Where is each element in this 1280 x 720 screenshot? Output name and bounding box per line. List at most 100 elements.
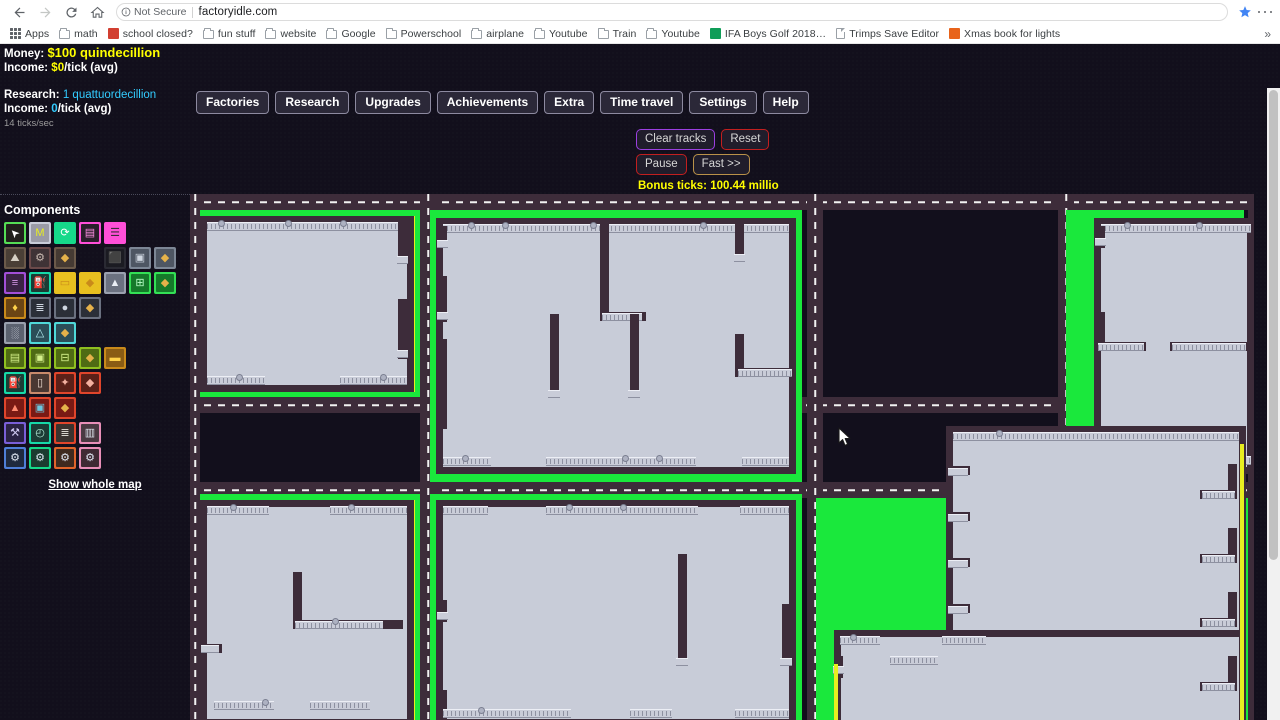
bookmark-powerschool[interactable]: Powerschool bbox=[381, 25, 467, 42]
conveyor-cb-b2 bbox=[630, 709, 672, 718]
component-research-lab[interactable]: ◴ bbox=[29, 422, 51, 444]
component-plastic-factory[interactable]: ▭ bbox=[54, 272, 76, 294]
page-scrollbar[interactable] bbox=[1267, 88, 1280, 720]
menu-settings[interactable]: Settings bbox=[689, 91, 757, 114]
component-aluminium-smelter[interactable]: △ bbox=[29, 322, 51, 344]
component-conveyor-wide-tool[interactable]: ☰ bbox=[104, 222, 126, 244]
component-rocket-seller[interactable]: ◆ bbox=[54, 397, 76, 419]
gold-mine-icon: ♦ bbox=[12, 301, 18, 314]
menu-achievements[interactable]: Achievements bbox=[436, 91, 539, 114]
menu-research[interactable]: Research bbox=[275, 91, 350, 114]
component-circuit-seller[interactable]: ◆ bbox=[154, 272, 176, 294]
component-gold-mine[interactable]: ♦ bbox=[4, 297, 26, 319]
menu-upgrades[interactable]: Upgrades bbox=[355, 91, 431, 114]
menu-time-travel[interactable]: Time travel bbox=[600, 91, 684, 114]
component-paper-mill[interactable]: ▯ bbox=[29, 372, 51, 394]
component-chemical-plant[interactable]: ⛽ bbox=[4, 372, 26, 394]
bookmark-label: Youtube bbox=[549, 27, 588, 40]
bookmark-school-closed[interactable]: school closed? bbox=[103, 25, 198, 42]
bookmark-math[interactable]: math bbox=[54, 25, 103, 42]
factory-floor bbox=[207, 507, 407, 719]
clear-tracks-button[interactable]: Clear tracks bbox=[636, 129, 716, 150]
bookmark-airplane[interactable]: airplane bbox=[466, 25, 529, 42]
reload-icon[interactable] bbox=[58, 1, 84, 23]
security-status[interactable]: Not Secure bbox=[121, 6, 192, 18]
kebab-menu-icon[interactable] bbox=[1256, 1, 1274, 23]
component-aluminium-seller[interactable]: ◆ bbox=[54, 322, 76, 344]
address-bar[interactable]: Not Secure factoryidle.com bbox=[116, 3, 1228, 21]
bookmark-google[interactable]: Google bbox=[321, 25, 380, 42]
bookmark-youtube[interactable]: Youtube bbox=[529, 25, 593, 42]
component-lab-tools[interactable]: ⚒ bbox=[4, 422, 26, 444]
component-robot-green[interactable]: ⚙ bbox=[29, 447, 51, 469]
component-coal-seller[interactable]: ◆ bbox=[154, 247, 176, 269]
bookmark-website[interactable]: website bbox=[260, 25, 321, 42]
component-chip-plant[interactable]: ░ bbox=[4, 322, 26, 344]
component-explosives-plant[interactable]: ✦ bbox=[54, 372, 76, 394]
reset-button[interactable]: Reset bbox=[721, 129, 770, 150]
component-circuit-maker[interactable]: ⊞ bbox=[129, 272, 151, 294]
map-world[interactable] bbox=[190, 194, 1254, 720]
interior-wall-cb-m bbox=[678, 554, 687, 666]
menu-factories[interactable]: Factories bbox=[196, 91, 270, 114]
component-research-server[interactable]: ≣ bbox=[54, 422, 76, 444]
component-quartz-mine[interactable]: ▲ bbox=[104, 272, 126, 294]
component-iron-seller[interactable]: ◆ bbox=[54, 247, 76, 269]
bookmark-apps[interactable]: Apps bbox=[5, 25, 54, 42]
component-steel-seller[interactable]: ◆ bbox=[79, 347, 101, 369]
bookmark-ifa-boys-golf-2018[interactable]: IFA Boys Golf 2018… bbox=[705, 25, 831, 42]
component-server-rack[interactable]: ≣ bbox=[29, 297, 51, 319]
component-iron-smelter[interactable]: ⚙ bbox=[29, 247, 51, 269]
menu-help[interactable]: Help bbox=[762, 91, 809, 114]
machine-knob-tl-4 bbox=[236, 374, 243, 381]
conveyor-tool-icon: ▤ bbox=[84, 226, 96, 239]
palette-row-2: ≡ ⛽ ▭ ◆ ▲ ⊞ ◆ bbox=[4, 272, 190, 294]
conveyor-br-rnc-3 bbox=[1202, 683, 1235, 691]
component-coal-buyer[interactable]: ▣ bbox=[129, 247, 151, 269]
component-rocket-plant[interactable]: ▲ bbox=[4, 397, 26, 419]
bookmark-fun-stuff[interactable]: fun stuff bbox=[198, 25, 261, 42]
show-whole-map-link[interactable]: Show whole map bbox=[0, 479, 190, 491]
bookmarks-overflow-button[interactable]: » bbox=[1264, 27, 1275, 41]
component-conveyor-tool[interactable]: ▤ bbox=[79, 222, 101, 244]
back-arrow-icon[interactable] bbox=[6, 1, 32, 23]
component-research-printer[interactable]: ▥ bbox=[79, 422, 101, 444]
component-coal-mine[interactable]: ⬛ bbox=[104, 247, 126, 269]
component-ore-mine[interactable]: ⛰ bbox=[4, 247, 26, 269]
forward-arrow-icon[interactable] bbox=[32, 1, 58, 23]
bookmark-train[interactable]: Train bbox=[593, 25, 642, 42]
component-engine-maker[interactable]: ● bbox=[54, 297, 76, 319]
bookmark-star-icon[interactable] bbox=[1234, 1, 1256, 23]
game-canvas[interactable]: Money: $100 quindecillion Income: $0/tic… bbox=[0, 44, 1280, 720]
component-steel-press[interactable]: ▣ bbox=[29, 347, 51, 369]
machine-knob-tl-5 bbox=[380, 374, 387, 381]
component-plastic-seller[interactable]: ◆ bbox=[79, 272, 101, 294]
component-engine-seller[interactable]: ◆ bbox=[79, 297, 101, 319]
home-icon[interactable] bbox=[84, 1, 110, 23]
bookmark-youtube[interactable]: Youtube bbox=[641, 25, 705, 42]
conveyor-bl-top1 bbox=[207, 506, 269, 515]
explosives-seller-icon: ◆ bbox=[85, 376, 95, 389]
component-plastic-maker[interactable]: ≡ bbox=[4, 272, 26, 294]
component-steel-mill[interactable]: ▤ bbox=[4, 347, 26, 369]
component-robot-orange[interactable]: ⚙ bbox=[54, 447, 76, 469]
factory-map[interactable] bbox=[190, 194, 1254, 720]
component-sell-tool[interactable]: ⟳ bbox=[54, 222, 76, 244]
component-robot-blue[interactable]: ⚙ bbox=[4, 447, 26, 469]
fast-forward-button[interactable]: Fast >> bbox=[692, 154, 750, 175]
scrollbar-thumb[interactable] bbox=[1269, 90, 1278, 560]
bookmark-trimps-save-editor[interactable]: Trimps Save Editor bbox=[831, 25, 944, 42]
component-cursor-tool[interactable]: ➤ bbox=[4, 222, 26, 244]
component-rocket-lab[interactable]: ▣ bbox=[29, 397, 51, 419]
pause-button[interactable]: Pause bbox=[636, 154, 687, 175]
component-steel-caster[interactable]: ⊟ bbox=[54, 347, 76, 369]
bookmark-label: Apps bbox=[25, 27, 50, 40]
component-robot-pink[interactable]: ⚙ bbox=[79, 447, 101, 469]
component-explosives-seller[interactable]: ◆ bbox=[79, 372, 101, 394]
component-gas-extractor[interactable]: ⛽ bbox=[29, 272, 51, 294]
component-gold-bars[interactable]: ▬ bbox=[104, 347, 126, 369]
bookmark-xmas-book-for-lights[interactable]: Xmas book for lights bbox=[944, 25, 1065, 42]
menu-extra[interactable]: Extra bbox=[544, 91, 595, 114]
component-buyer-tool[interactable]: M bbox=[29, 222, 51, 244]
machine-knob-ct-3 bbox=[590, 222, 597, 229]
